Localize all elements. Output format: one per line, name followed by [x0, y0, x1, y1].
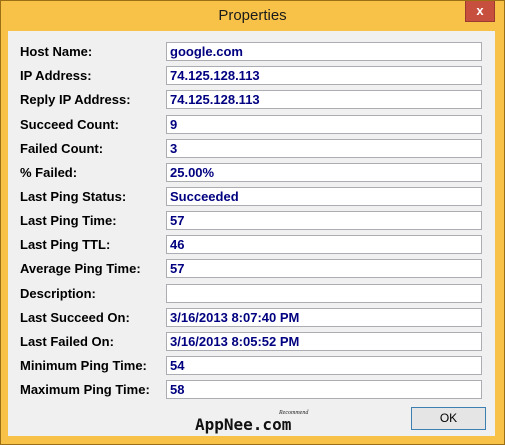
- maximum-ping-time-field[interactable]: 58: [166, 380, 482, 399]
- last-succeed-on-field[interactable]: 3/16/2013 8:07:40 PM: [166, 308, 482, 327]
- succeed-count-field[interactable]: 9: [166, 115, 482, 134]
- description-field[interactable]: [166, 284, 482, 303]
- failed-count-field[interactable]: 3: [166, 139, 482, 158]
- ok-button[interactable]: OK: [411, 407, 486, 430]
- average-ping-time-field[interactable]: 57: [166, 259, 482, 278]
- reply-ip-address-field[interactable]: 74.125.128.113: [166, 90, 482, 109]
- close-button[interactable]: x: [465, 1, 495, 22]
- minimum-ping-time-field[interactable]: 54: [166, 356, 482, 375]
- succeed-count-label: Succeed Count:: [20, 117, 119, 132]
- last-ping-ttl-field[interactable]: 46: [166, 235, 482, 254]
- minimum-ping-time-label: Minimum Ping Time:: [20, 358, 147, 373]
- last-ping-time-label: Last Ping Time:: [20, 213, 117, 228]
- failed-count-label: Failed Count:: [20, 141, 104, 156]
- last-ping-status-field[interactable]: Succeeded: [166, 187, 482, 206]
- host-name-field[interactable]: google.com: [166, 42, 482, 61]
- last-succeed-on-label: Last Succeed On:: [20, 310, 130, 325]
- average-ping-time-label: Average Ping Time:: [20, 261, 141, 276]
- last-failed-on-field[interactable]: 3/16/2013 8:05:52 PM: [166, 332, 482, 351]
- watermark-brand: AppNee.com: [195, 415, 292, 434]
- title-bar[interactable]: Properties x: [1, 1, 504, 31]
- description-label: Description:: [20, 286, 96, 301]
- properties-window: Properties x Host Name: google.com IP Ad…: [0, 0, 505, 445]
- window-title: Properties: [218, 7, 287, 24]
- ip-address-label: IP Address:: [20, 68, 92, 83]
- last-ping-status-label: Last Ping Status:: [20, 189, 127, 204]
- last-ping-time-field[interactable]: 57: [166, 211, 482, 230]
- dialog-client-area: Host Name: google.com IP Address: 74.125…: [8, 31, 495, 436]
- percent-failed-label: % Failed:: [20, 165, 78, 180]
- last-failed-on-label: Last Failed On:: [20, 334, 114, 349]
- reply-ip-address-label: Reply IP Address:: [20, 92, 131, 107]
- ip-address-field[interactable]: 74.125.128.113: [166, 66, 482, 85]
- host-name-label: Host Name:: [20, 44, 93, 59]
- appnee-watermark: Recommend AppNee.com: [195, 410, 309, 434]
- close-icon: x: [476, 3, 484, 18]
- percent-failed-field[interactable]: 25.00%: [166, 163, 482, 182]
- maximum-ping-time-label: Maximum Ping Time:: [20, 382, 150, 397]
- last-ping-ttl-label: Last Ping TTL:: [20, 237, 111, 252]
